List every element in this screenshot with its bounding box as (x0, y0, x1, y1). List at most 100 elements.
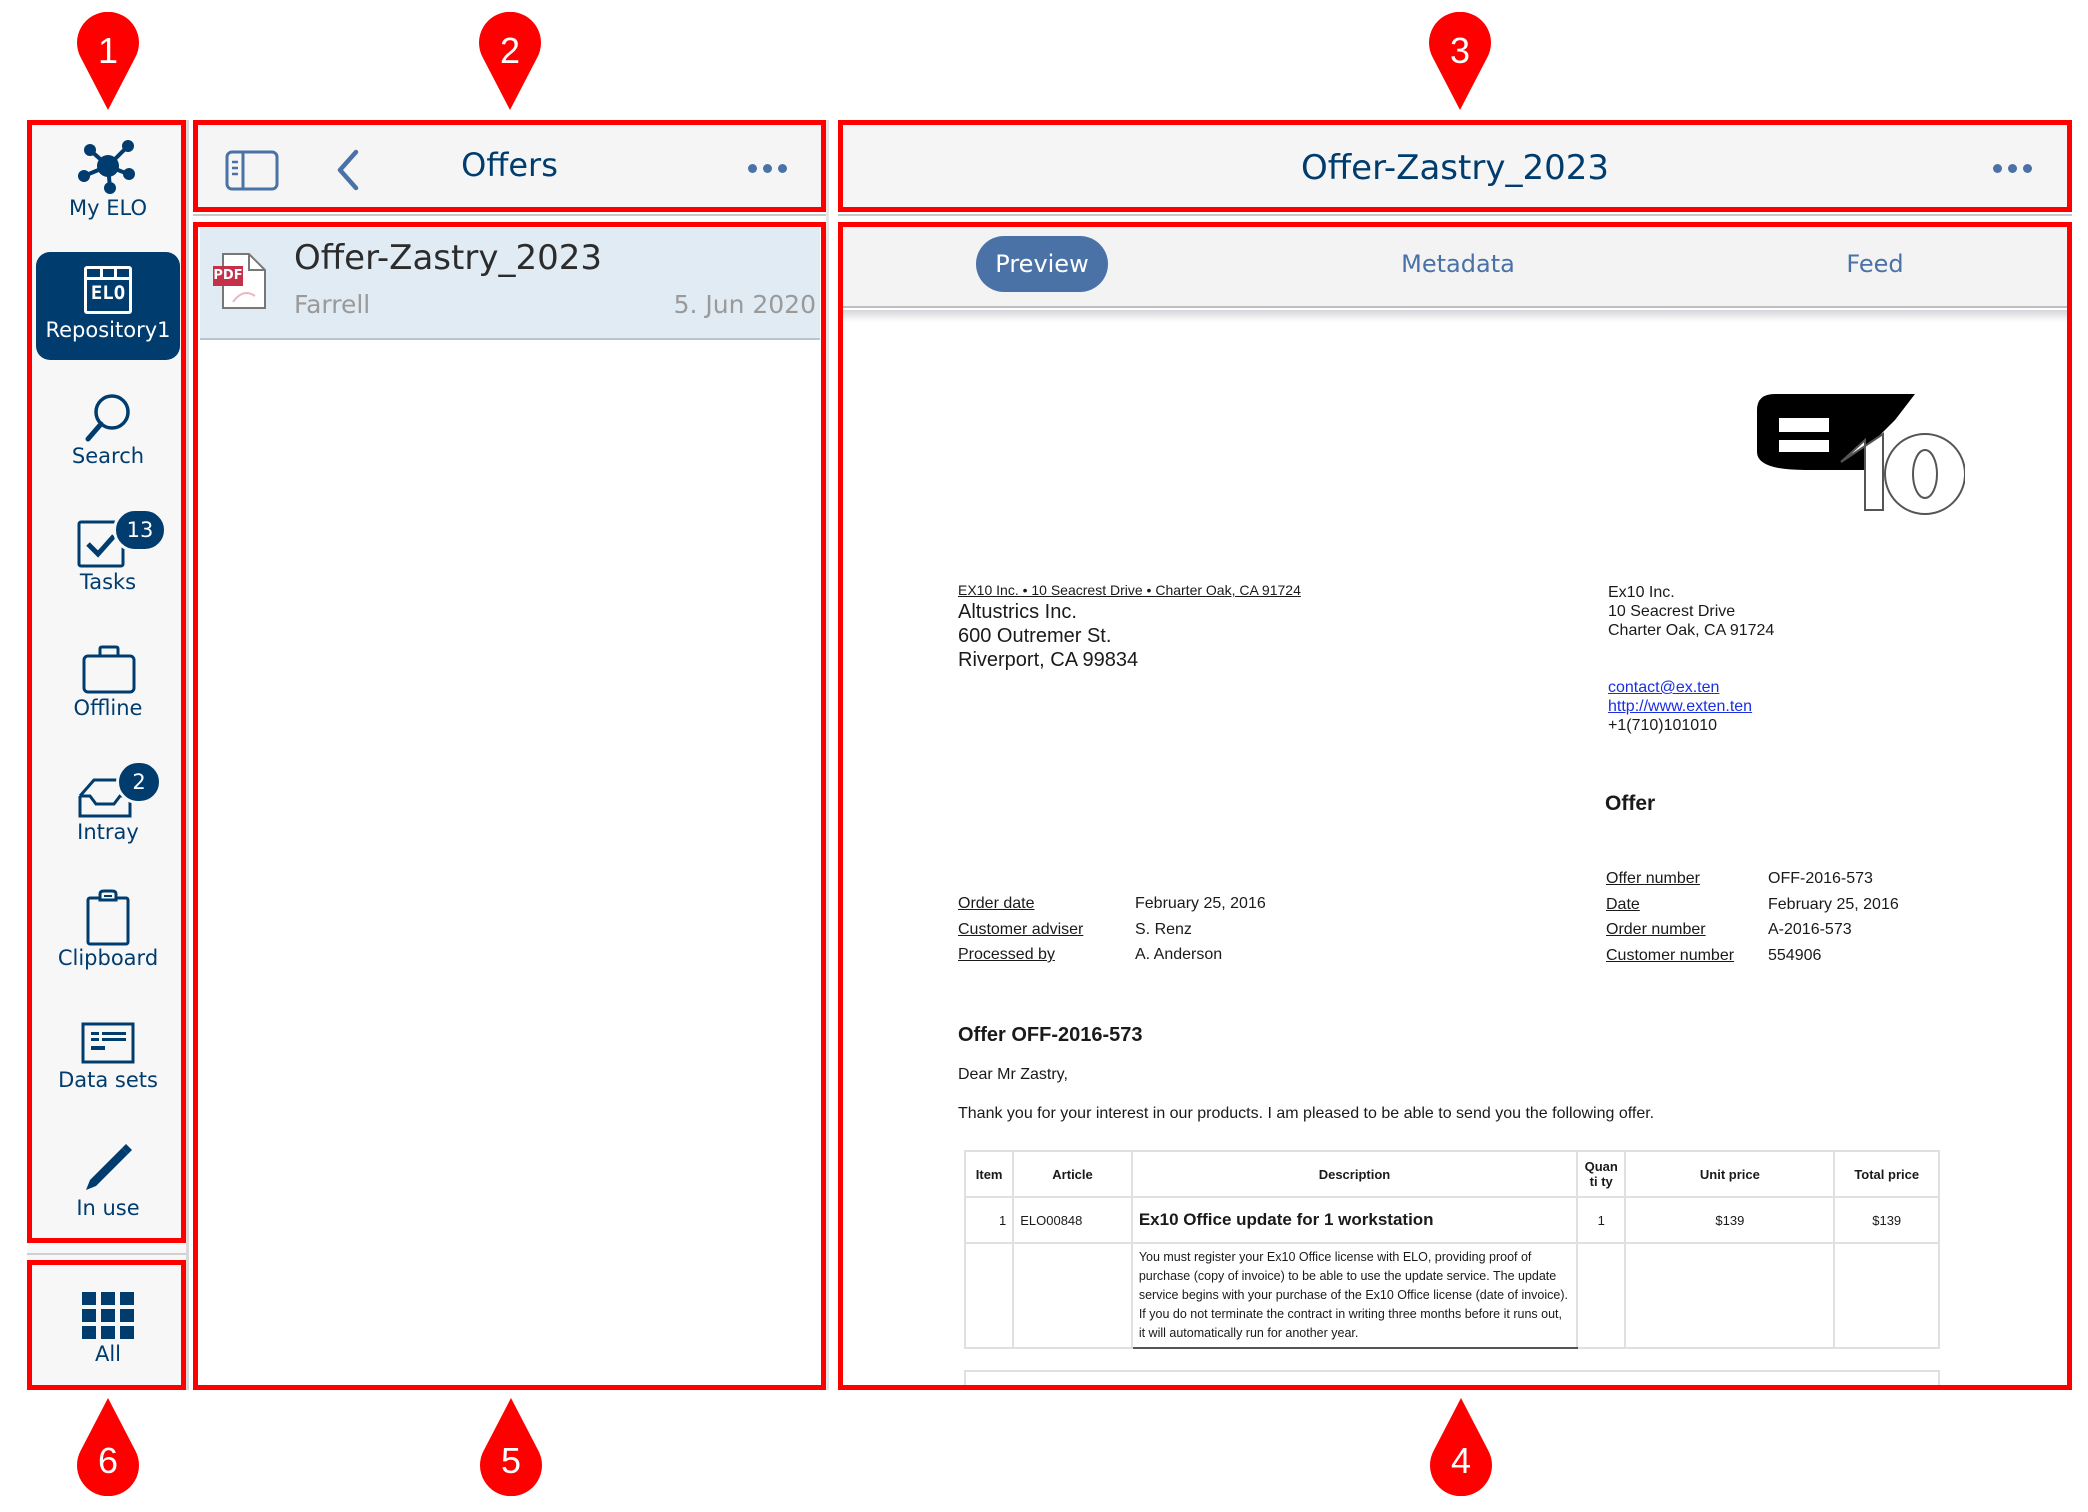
sidebar-label: Data sets (58, 1068, 158, 1092)
table-row-description: You must register your Ex10 Office licen… (963, 1242, 1940, 1349)
sidebar-label: Offline (73, 696, 143, 720)
tab-metadata[interactable]: Metadata (1390, 236, 1526, 292)
field-value: OFF-2016-573 (1768, 870, 1873, 887)
list-item-title: Offer-Zastry_2023 (294, 238, 602, 278)
sidebar-item-tasks[interactable]: Tasks 13 (36, 508, 180, 598)
sidebar-label: My ELO (69, 196, 147, 220)
tasks-count-badge: 13 (113, 508, 167, 552)
column-header: Total price (1833, 1150, 1940, 1198)
annotation-marker-2: 2 (477, 12, 543, 112)
sidebar-label: Tasks (79, 570, 137, 594)
email-link[interactable]: contact@ex.ten (1608, 678, 1752, 697)
company-line: 10 Seacrest Drive (1608, 603, 1736, 620)
elo-repository-icon: ELO (84, 266, 132, 314)
network-icon (78, 140, 135, 194)
salutation: Dear Mr Zastry, (958, 1066, 1068, 1083)
data-sets-icon (81, 1022, 135, 1064)
sidebar-item-repository1[interactable]: ELO Repository1 (36, 252, 180, 360)
tab-preview[interactable]: Preview (976, 236, 1108, 292)
sidebar-label: Clipboard (57, 946, 159, 970)
detail-more-menu-button[interactable] (1993, 164, 2032, 173)
cell-unit-price: $139 (1624, 1196, 1836, 1244)
cell-description-title: Ex10 Office update for 1 workstation (1130, 1196, 1579, 1244)
field-label: Order number (1606, 921, 1706, 938)
field-value: February 25, 2016 (1135, 895, 1266, 912)
marker-number: 3 (1449, 30, 1471, 71)
marker-number: 5 (500, 1440, 522, 1481)
sidebar-label: Repository1 (45, 318, 171, 342)
sidebar-divider (186, 120, 189, 1390)
elo-logo-text: ELO (90, 282, 126, 304)
offer-fields: Offer number OFF-2016-573 Date February 25… (1606, 866, 1899, 968)
column-header: Unit price (1624, 1150, 1836, 1198)
phone-number: +1(710)101010 (1608, 717, 1717, 734)
sidebar-item-in-use[interactable]: In use (36, 1142, 180, 1228)
sidebar-item-all[interactable]: All (36, 1290, 180, 1376)
marker-number: 6 (97, 1440, 119, 1481)
field-value: A-2016-573 (1768, 921, 1852, 938)
field-value: 554906 (1768, 946, 1822, 964)
dot (778, 164, 787, 173)
offer-items-table: Item Article Description Quanti ty Unit … (963, 1150, 1940, 1349)
column-header: Item (963, 1150, 1015, 1198)
field-row: Date February 25, 2016 (1606, 892, 1899, 918)
company-logo: EX10 (1745, 390, 1966, 530)
field-label: Date (1606, 895, 1640, 913)
search-icon (85, 394, 130, 442)
document-list (193, 222, 826, 1390)
list-more-menu-button[interactable] (748, 164, 787, 173)
annotation-marker-5: 5 (478, 1396, 544, 1496)
column-header: Description (1130, 1150, 1579, 1198)
company-line: Ex10 Inc. (1608, 584, 1675, 601)
order-fields: Order date February 25, 2016 Customer adv… (958, 891, 1266, 968)
sidebar-item-offline[interactable]: Offline (36, 644, 180, 728)
offer-heading: Offer OFF-2016-573 (958, 1024, 1143, 1046)
company-address: Ex10 Inc. 10 Seacrest Drive Charter Oak,… (1608, 583, 1774, 640)
annotation-marker-1: 1 (75, 12, 141, 112)
annotation-marker-6: 6 (75, 1396, 141, 1496)
sidebar-item-clipboard[interactable]: Clipboard (36, 888, 180, 978)
list-title: Offers (461, 146, 558, 184)
pdf-label: PDF (213, 266, 243, 286)
recipient-address: Altustrics Inc. 600 Outremer St. Riverpo… (958, 600, 1138, 672)
briefcase-icon (82, 645, 136, 694)
panel-splitter[interactable] (826, 120, 838, 1390)
field-value: February 25, 2016 (1768, 895, 1899, 913)
field-label: Offer number (1606, 870, 1700, 887)
sidebar-item-intray[interactable]: Intray 2 (36, 760, 180, 852)
field-value: S. Renz (1135, 920, 1192, 938)
tab-feed[interactable]: Feed (1830, 236, 1920, 292)
cell-empty (1012, 1242, 1133, 1349)
field-label: Processed by (958, 946, 1055, 963)
document-type: Offer (1605, 792, 1656, 815)
recipient-line: Riverport, CA 99834 (958, 649, 1139, 671)
cell-quantity: 1 (1576, 1196, 1627, 1244)
cell-empty (963, 1242, 1015, 1349)
field-label: Customer number (1606, 946, 1735, 964)
intray-count-badge: 2 (116, 760, 162, 804)
clipboard-icon (86, 889, 130, 946)
cell-item: 1 (963, 1196, 1015, 1244)
field-row: Order number A-2016-573 (1606, 917, 1899, 943)
cell-total-price: $139 (1833, 1196, 1940, 1244)
company-line: Charter Oak, CA 91724 (1608, 622, 1775, 639)
pencil-icon (86, 1144, 132, 1190)
cell-description-body: You must register your Ex10 Office licen… (1130, 1242, 1579, 1349)
sidebar-item-my-elo[interactable]: My ELO (36, 138, 180, 228)
field-row: Customer adviser S. Renz (958, 917, 1266, 943)
field-label: Customer adviser (958, 920, 1084, 938)
recipient-line: Altustrics Inc. (958, 601, 1077, 623)
cell-empty (1624, 1242, 1836, 1349)
marker-number: 4 (1450, 1440, 1472, 1481)
table-header-row: Item Article Description Quanti ty Unit … (963, 1150, 1940, 1198)
table-row: 1 ELO00848 Ex10 Office update for 1 work… (963, 1196, 1940, 1244)
sidebar-item-search[interactable]: Search (36, 392, 180, 472)
field-label: Order date (958, 895, 1035, 912)
next-table-partial (964, 1370, 1940, 1390)
cell-empty (1576, 1242, 1627, 1349)
website-link[interactable]: http://www.exten.ten (1608, 697, 1752, 716)
marker-number: 2 (499, 30, 521, 71)
sidebar-item-data-sets[interactable]: Data sets (36, 1020, 180, 1100)
annotation-marker-3: 3 (1427, 12, 1493, 112)
dot (2008, 164, 2017, 173)
